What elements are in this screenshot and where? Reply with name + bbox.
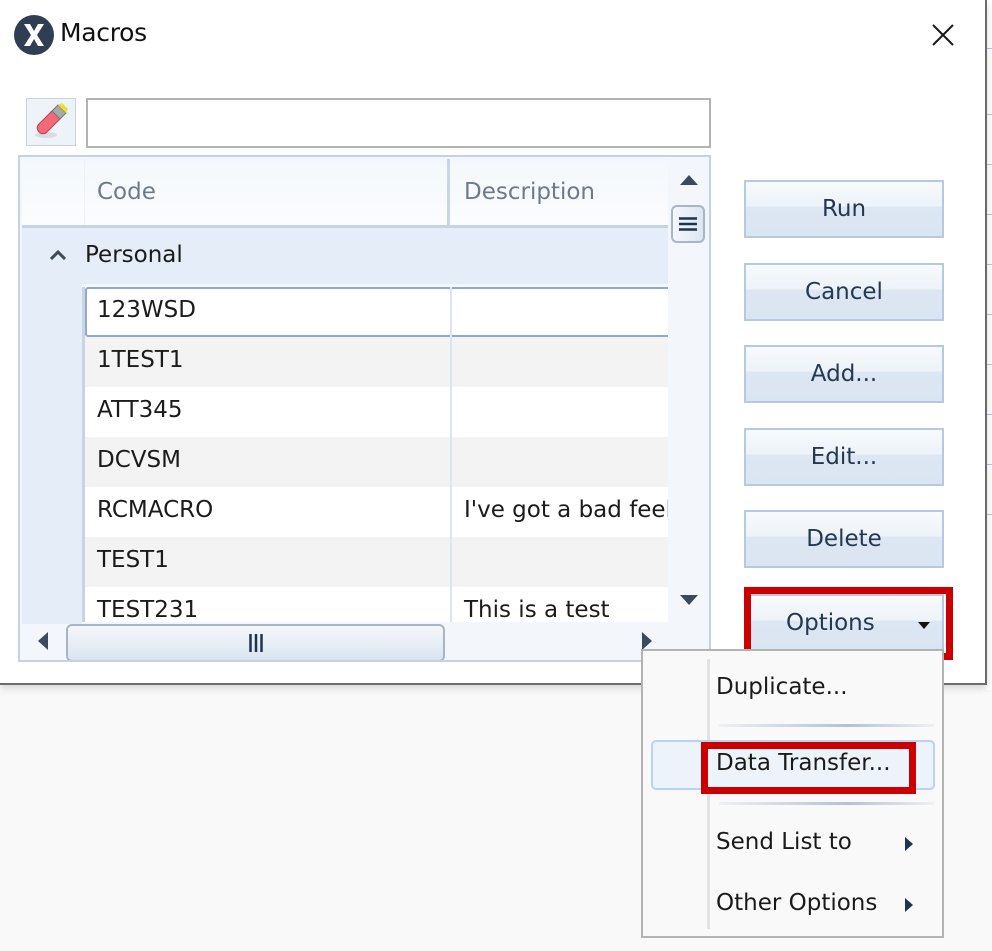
menu-item-label: Duplicate... <box>716 674 848 700</box>
eraser-icon <box>35 103 68 138</box>
column-header-description[interactable]: Description <box>452 159 668 225</box>
scroll-up-arrow-icon[interactable] <box>680 175 698 185</box>
cell-code: TEST231 <box>97 597 199 622</box>
cell-code: 123WSD <box>97 297 196 323</box>
options-menu: Duplicate... Data Transfer... Send List … <box>641 649 944 938</box>
macros-dialog: Macros Code Description Personal 123WSD … <box>0 0 987 685</box>
add-button[interactable]: Add... <box>744 345 944 403</box>
horizontal-scrollbar[interactable] <box>22 624 668 660</box>
column-header-code[interactable]: Code <box>85 159 450 225</box>
chevron-up-icon[interactable] <box>50 250 66 260</box>
table-row[interactable]: 1TEST1 <box>85 337 671 387</box>
macros-grid: Code Description Personal 123WSD 1TEST1 … <box>18 155 711 662</box>
column-divider <box>450 287 452 622</box>
grid-rows: 123WSD 1TEST1 ATT345 DCVSM RCMACRO I've … <box>82 287 671 622</box>
header-spacer <box>22 159 85 225</box>
close-button[interactable] <box>926 18 960 52</box>
menu-item-send-list-to[interactable]: Send List to <box>643 819 942 869</box>
clear-search-button[interactable] <box>26 98 76 146</box>
submenu-arrow-icon <box>905 898 913 912</box>
menu-item-data-transfer[interactable]: Data Transfer... <box>643 740 942 790</box>
column-header-label: Description <box>464 179 595 205</box>
cell-description: I've got a bad feel <box>464 497 671 523</box>
menu-item-duplicate[interactable]: Duplicate... <box>643 664 942 714</box>
submenu-arrow-icon <box>905 837 913 851</box>
caret-down-icon <box>918 622 930 629</box>
group-indent <box>22 284 82 624</box>
table-row[interactable]: TEST231 This is a test <box>85 587 671 622</box>
cell-code: DCVSM <box>97 447 181 473</box>
scroll-left-arrow-icon[interactable] <box>38 632 48 650</box>
group-row-personal[interactable]: Personal <box>22 228 668 284</box>
cell-code: 1TEST1 <box>97 347 184 373</box>
grid-header: Code Description <box>22 159 668 228</box>
vertical-scroll-thumb[interactable] <box>671 205 705 243</box>
options-label: Options <box>786 610 875 636</box>
menu-item-label: Data Transfer... <box>716 750 891 776</box>
table-row[interactable]: 123WSD <box>85 287 671 337</box>
vertical-scrollbar[interactable] <box>668 159 709 624</box>
grip-lines-icon <box>679 217 697 231</box>
scroll-down-arrow-icon[interactable] <box>680 595 698 605</box>
run-button[interactable]: Run <box>744 180 944 238</box>
x-logo-icon <box>14 15 54 55</box>
menu-item-other-options[interactable]: Other Options <box>643 880 942 930</box>
grip-lines-icon <box>248 634 263 652</box>
cell-code: TEST1 <box>97 547 169 573</box>
menu-separator <box>719 724 934 727</box>
delete-button[interactable]: Delete <box>744 510 944 568</box>
edit-button[interactable]: Edit... <box>744 428 944 486</box>
cell-description: This is a test <box>464 597 610 622</box>
table-row[interactable]: RCMACRO I've got a bad feel <box>85 487 671 537</box>
menu-separator <box>719 802 934 805</box>
options-dropdown-button[interactable]: Options <box>744 594 944 652</box>
column-header-label: Code <box>97 179 156 205</box>
table-row[interactable]: ATT345 <box>85 387 671 437</box>
search-input[interactable] <box>86 98 711 148</box>
group-label: Personal <box>85 242 183 268</box>
menu-item-label: Send List to <box>716 829 852 855</box>
table-row[interactable]: TEST1 <box>85 537 671 587</box>
close-icon <box>932 24 954 46</box>
cell-code: ATT345 <box>97 397 183 423</box>
table-row[interactable]: DCVSM <box>85 437 671 487</box>
window-title: Macros <box>60 18 147 47</box>
menu-item-label: Other Options <box>716 890 878 916</box>
cell-code: RCMACRO <box>97 497 214 523</box>
cancel-button[interactable]: Cancel <box>744 263 944 321</box>
horizontal-scroll-thumb[interactable] <box>66 624 445 660</box>
scroll-right-arrow-icon[interactable] <box>642 632 652 650</box>
